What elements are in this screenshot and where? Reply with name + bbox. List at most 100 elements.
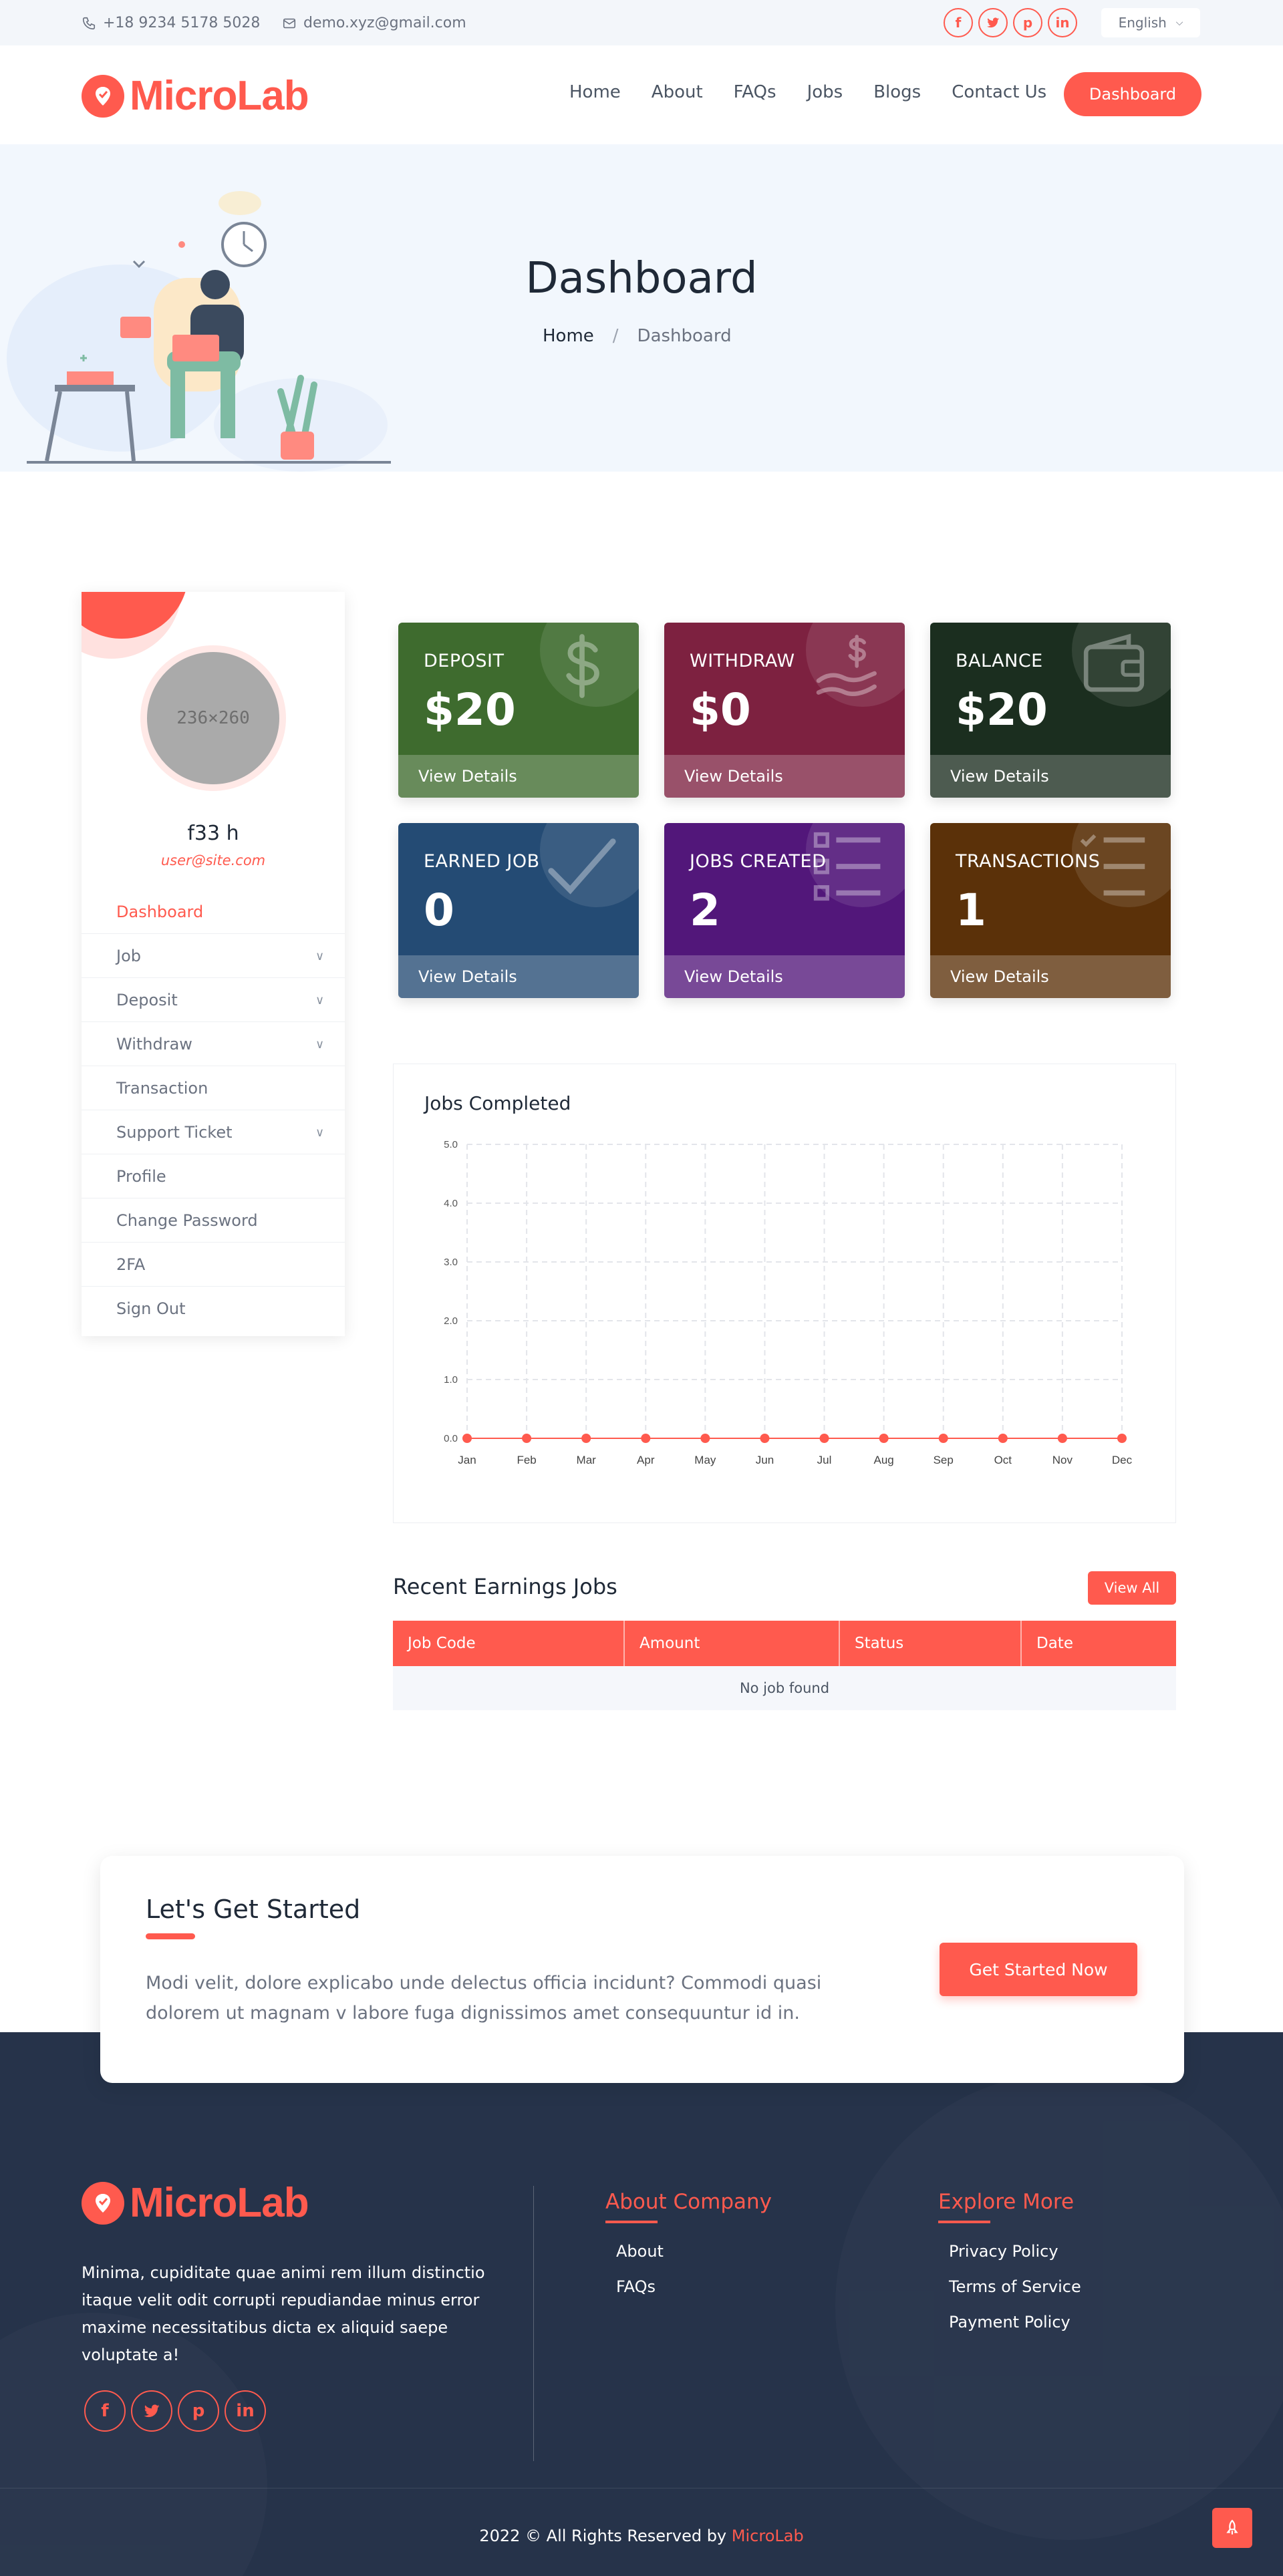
x-tick-label: Aug [874, 1454, 894, 1466]
sidebar-item-withdraw[interactable]: Withdraw ∨ [82, 1022, 345, 1066]
table-header-row: Job Code Amount Status Date [393, 1621, 1176, 1666]
brand-logo[interactable]: MicroLab [82, 72, 309, 120]
x-tick-label: May [694, 1454, 716, 1466]
facebook-icon[interactable]: f [944, 8, 973, 37]
view-details-link[interactable]: View Details [664, 955, 905, 998]
data-point [819, 1434, 829, 1443]
chart-canvas: 0.0 1.0 2.0 3.0 4.0 5.0 Jan Feb Mar Apr May Jun Jul A… [444, 1139, 1132, 1466]
sidebar-item-label: Change Password [116, 1211, 258, 1230]
column-header-amount[interactable]: Amount [624, 1621, 840, 1666]
view-details-link[interactable]: View Details [398, 955, 639, 998]
footer-logo[interactable]: MicroLab [82, 2179, 309, 2227]
linkedin-icon[interactable]: in [1048, 8, 1077, 37]
get-started-button[interactable]: Get Started Now [940, 1943, 1137, 1996]
footer-link-about[interactable]: About [616, 2242, 664, 2261]
data-point [700, 1434, 710, 1443]
nav-jobs[interactable]: Jobs [807, 82, 843, 102]
view-details-link[interactable]: View Details [664, 755, 905, 798]
earned-job-card: EARNED JOB 0 View Details [398, 823, 639, 998]
sidebar-item-sign-out[interactable]: Sign Out [82, 1287, 345, 1331]
sidebar-item-label: Deposit [116, 990, 178, 1009]
sidebar-item-label: Profile [116, 1166, 166, 1186]
twitter-icon[interactable] [978, 8, 1008, 37]
sidebar-item-label: Withdraw [116, 1034, 192, 1054]
column-header-date[interactable]: Date [1021, 1621, 1176, 1666]
sidebar-item-label: Transaction [116, 1078, 208, 1098]
pinterest-icon[interactable]: p [1013, 8, 1042, 37]
footer-link-privacy-policy[interactable]: Privacy Policy [949, 2242, 1058, 2261]
data-point [522, 1434, 532, 1443]
sidebar-item-change-password[interactable]: Change Password [82, 1198, 345, 1243]
language-value: English [1118, 15, 1167, 31]
footer-bg-decoration [835, 2072, 1283, 2540]
y-tick-label: 4.0 [444, 1198, 458, 1209]
footer-link-terms-of-service[interactable]: Terms of Service [949, 2277, 1081, 2296]
dashboard-sidebar: 236×260 f33 h user@site.com Dashboard Jo… [82, 592, 345, 1336]
copyright-prefix: 2022 © All Rights Reserved by [479, 2527, 727, 2545]
breadcrumb-home[interactable]: Home [543, 326, 594, 346]
sidebar-item-job[interactable]: Job ∨ [82, 934, 345, 978]
x-tick-label: Jul [817, 1454, 832, 1466]
data-point [998, 1434, 1008, 1443]
x-tick-label: Jan [458, 1454, 476, 1466]
twitter-icon[interactable] [131, 2390, 172, 2432]
envelope-icon [283, 18, 296, 28]
data-point [581, 1434, 591, 1443]
top-social-links: f p in [944, 8, 1077, 37]
view-details-link[interactable]: View Details [930, 955, 1171, 998]
view-details-link[interactable]: View Details [930, 755, 1171, 798]
sidebar-item-deposit[interactable]: Deposit ∨ [82, 978, 345, 1022]
sidebar-item-transaction[interactable]: Transaction [82, 1066, 345, 1110]
linkedin-icon[interactable]: in [225, 2390, 266, 2432]
cta-title: Let's Get Started [146, 1895, 361, 1924]
nav-about[interactable]: About [652, 82, 703, 102]
breadcrumb: Home / Dashboard [543, 326, 732, 346]
nav-blogs[interactable]: Blogs [873, 82, 921, 102]
dollar-icon [566, 634, 599, 698]
footer-explore-title: Explore More [938, 2190, 1075, 2214]
phone-contact[interactable]: +18 9234 5178 5028 [82, 15, 260, 31]
get-started-banner: Let's Get Started Modi velit, dolore exp… [100, 1856, 1184, 2083]
nav-home[interactable]: Home [569, 82, 621, 102]
language-select[interactable]: English ⌵ [1101, 8, 1200, 37]
footer-title-underline [605, 2221, 658, 2223]
sidebar-item-support-ticket[interactable]: Support Ticket ∨ [82, 1110, 345, 1154]
dashboard-button[interactable]: Dashboard [1064, 72, 1201, 116]
column-header-job-code[interactable]: Job Code [393, 1621, 625, 1666]
logo-mark-icon [82, 2181, 124, 2225]
data-point [760, 1434, 770, 1443]
footer-brand-name: MicroLab [130, 2180, 309, 2226]
copyright-brand-link[interactable]: MicroLab [732, 2527, 804, 2545]
deposit-card: DEPOSIT $20 View Details [398, 623, 639, 798]
site-footer: MicroLab Minima, cupiditate quae animi r… [0, 2032, 1283, 2576]
column-header-status[interactable]: Status [839, 1621, 1022, 1666]
view-all-button[interactable]: View All [1088, 1571, 1176, 1605]
footer-link-faqs[interactable]: FAQs [616, 2277, 656, 2296]
sidebar-item-2fa[interactable]: 2FA [82, 1243, 345, 1287]
avatar[interactable]: 236×260 [147, 652, 279, 784]
x-tick-label: Feb [517, 1454, 536, 1466]
facebook-icon[interactable]: f [84, 2390, 126, 2432]
sidebar-item-label: Dashboard [116, 902, 204, 921]
card-value: $20 [956, 684, 1048, 736]
sidebar-item-dashboard[interactable]: Dashboard [82, 890, 345, 934]
brand-name: MicroLab [130, 73, 309, 119]
copyright-text: 2022 © All Rights Reserved by MicroLab [0, 2527, 1283, 2545]
view-details-link[interactable]: View Details [398, 755, 639, 798]
cta-text: Modi velit, dolore explicabo unde delect… [146, 1973, 822, 2024]
top-bar: +18 9234 5178 5028 demo.xyz@gmail.com f … [0, 0, 1283, 45]
data-point [462, 1434, 472, 1443]
email-contact[interactable]: demo.xyz@gmail.com [282, 15, 466, 31]
logo-mark-icon [82, 74, 124, 118]
nav-contact[interactable]: Contact Us [952, 82, 1046, 102]
user-name: f33 h [187, 822, 239, 845]
y-tick-label: 0.0 [444, 1433, 458, 1444]
sidebar-item-profile[interactable]: Profile [82, 1154, 345, 1198]
recent-earnings-title: Recent Earnings Jobs [393, 1574, 617, 1599]
pinterest-icon[interactable]: p [178, 2390, 219, 2432]
footer-link-payment-policy[interactable]: Payment Policy [949, 2313, 1071, 2331]
y-tick-label: 2.0 [444, 1315, 458, 1327]
back-to-top-button[interactable] [1212, 2508, 1252, 2548]
card-title: JOBS CREATED [690, 851, 827, 872]
nav-faqs[interactable]: FAQs [734, 82, 776, 102]
